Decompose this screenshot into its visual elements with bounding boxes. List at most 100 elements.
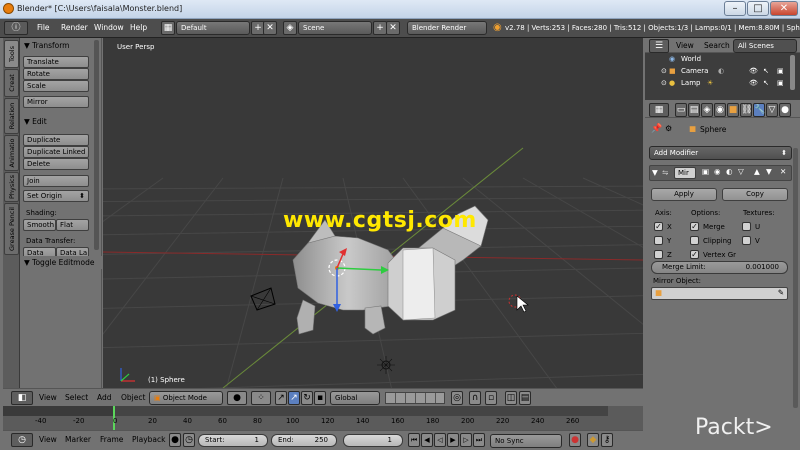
move-up-icon[interactable]: ▲: [754, 167, 760, 176]
pivot-point-icon[interactable]: ⁘: [251, 391, 271, 405]
rotate-manipulator-icon[interactable]: ↻: [301, 391, 313, 405]
merge-checkbox[interactable]: ✓: [690, 222, 699, 231]
manipulator-toggle-icon[interactable]: ↗: [275, 391, 287, 405]
outliner-menu-search[interactable]: Search: [704, 41, 730, 50]
menu-view[interactable]: View: [39, 393, 57, 402]
outliner-item-camera[interactable]: ⊙ ■ Camera ◐ 👁 ↖ ▣: [645, 67, 800, 79]
copy-button[interactable]: Copy: [722, 188, 788, 201]
render-engine-dropdown[interactable]: Blender Render: [407, 21, 487, 35]
tab-relations[interactable]: Relation: [4, 98, 19, 134]
play-reverse-icon[interactable]: ◁: [434, 433, 446, 447]
edit-panel-header[interactable]: ▼ Edit: [20, 115, 102, 128]
properties-scrollbar[interactable]: [793, 148, 798, 408]
collapse-arrow-icon[interactable]: ▼: [652, 168, 658, 177]
jump-start-icon[interactable]: ⏮: [408, 433, 420, 447]
outliner-menu-view[interactable]: View: [676, 41, 694, 50]
next-keyframe-icon[interactable]: ▷: [460, 433, 472, 447]
menu-frame[interactable]: Frame: [100, 435, 123, 444]
layer-buttons[interactable]: [385, 392, 445, 404]
vertex-groups-checkbox[interactable]: ✓: [690, 250, 699, 259]
axis-z-checkbox[interactable]: [654, 250, 663, 259]
world-tab-icon[interactable]: ◉: [714, 103, 726, 117]
remove-modifier-icon[interactable]: ✕: [780, 167, 786, 176]
render-layers-tab-icon[interactable]: ▤: [688, 103, 700, 117]
constraints-tab-icon[interactable]: ⛓: [740, 103, 752, 117]
mode-dropdown[interactable]: ▣ Object Mode: [149, 391, 223, 405]
maximize-button[interactable]: □: [747, 1, 769, 16]
delete-button[interactable]: Delete: [23, 158, 89, 170]
scale-button[interactable]: Scale: [23, 80, 89, 92]
timeline-ruler[interactable]: -40 -20 0 20 40 60 80 100 120 140 160 18…: [3, 406, 643, 431]
clipping-checkbox[interactable]: [690, 236, 699, 245]
screen-layout-icon[interactable]: ▦: [161, 21, 175, 35]
remove-layout-icon[interactable]: ✕: [263, 21, 277, 35]
cage-toggle-icon[interactable]: ▽: [738, 167, 744, 176]
material-tab-icon[interactable]: ●: [779, 103, 791, 117]
menu-marker[interactable]: Marker: [65, 435, 91, 444]
timeline-editor-type-icon[interactable]: ◷: [11, 433, 33, 447]
snap-magnet-icon[interactable]: ∩: [469, 391, 481, 405]
editmode-display-icon[interactable]: ▣: [702, 167, 709, 176]
rotate-button[interactable]: Rotate: [23, 68, 89, 80]
auto-keying-icon[interactable]: ●: [569, 433, 581, 447]
scale-manipulator-icon[interactable]: ▪: [314, 391, 326, 405]
tab-grease-pencil[interactable]: Grease Pencil: [4, 203, 19, 255]
render-toggle-icon[interactable]: ◉: [714, 167, 721, 176]
outliner-scrollbar[interactable]: [790, 55, 795, 90]
scene-tab-icon[interactable]: ◈: [701, 103, 713, 117]
keying-set-icon[interactable]: ◆: [587, 433, 599, 447]
proportional-edit-icon[interactable]: ◎: [451, 391, 463, 405]
outliner-item-world[interactable]: ◉ World: [645, 55, 800, 67]
add-modifier-dropdown[interactable]: Add Modifier ⬍: [649, 146, 792, 160]
layout-dropdown[interactable]: Default: [176, 21, 250, 35]
mirror-object-field[interactable]: ■ ✎: [651, 287, 788, 300]
axis-y-checkbox[interactable]: [654, 236, 663, 245]
modifiers-tab-icon[interactable]: 🔧: [753, 103, 765, 117]
translate-manipulator-icon[interactable]: ↗: [288, 391, 300, 405]
outliner-filter-dropdown[interactable]: All Scenes: [733, 39, 797, 53]
tab-physics[interactable]: Physics: [4, 172, 19, 202]
smooth-button[interactable]: Smooth: [23, 219, 56, 231]
duplicate-linked-button[interactable]: Duplicate Linked: [23, 146, 89, 158]
outliner-item-lamp[interactable]: ⊙ ● Lamp ☀ 👁 ↖ ▣: [645, 79, 800, 91]
menu-playback[interactable]: Playback: [132, 435, 165, 444]
scene-icon[interactable]: ◈: [283, 21, 297, 35]
join-button[interactable]: Join: [23, 175, 89, 187]
menu-file[interactable]: File: [37, 23, 50, 32]
snap-element-icon[interactable]: ▫: [485, 391, 497, 405]
outliner-editor-type-icon[interactable]: ☰: [649, 39, 669, 53]
opengl-anim-icon[interactable]: ▤: [519, 391, 531, 405]
menu-timeline-view[interactable]: View: [39, 435, 57, 444]
data-tab-icon[interactable]: ▽: [766, 103, 778, 117]
start-frame-field[interactable]: Start: 1: [198, 434, 268, 447]
properties-editor-type-icon[interactable]: ▦: [649, 103, 669, 117]
menu-window[interactable]: Window: [94, 23, 124, 32]
translate-button[interactable]: Translate: [23, 56, 89, 68]
tab-tools[interactable]: Tools: [4, 40, 19, 68]
close-button[interactable]: ✕: [770, 1, 798, 16]
insert-keyframe-icon[interactable]: ⚷: [601, 433, 613, 447]
set-origin-dropdown[interactable]: Set Origin ⬍: [23, 190, 89, 202]
editor-type-icon[interactable]: ⓘ: [4, 21, 28, 35]
toggle-editmode-header[interactable]: ▼ Toggle Editmode: [20, 256, 102, 269]
remove-scene-icon[interactable]: ✕: [386, 21, 400, 35]
duplicate-button[interactable]: Duplicate: [23, 134, 89, 146]
tool-shelf-scrollbar[interactable]: [94, 40, 99, 250]
texture-u-checkbox[interactable]: [742, 222, 751, 231]
tab-animation[interactable]: Animatio: [4, 135, 19, 171]
pin-icon[interactable]: 📌: [651, 124, 662, 134]
prev-keyframe-icon[interactable]: ◀: [421, 433, 433, 447]
sync-dropdown[interactable]: No Sync: [490, 434, 562, 448]
current-frame-field[interactable]: 1: [343, 434, 403, 447]
play-icon[interactable]: ▶: [447, 433, 459, 447]
view3d-editor-type-icon[interactable]: ◧: [11, 391, 33, 405]
menu-help[interactable]: Help: [130, 23, 147, 32]
add-scene-icon[interactable]: +: [373, 21, 387, 35]
merge-limit-field[interactable]: Merge Limit: 0.001000: [651, 261, 788, 274]
transform-panel-header[interactable]: ▼ Transform: [20, 39, 102, 52]
axis-x-checkbox[interactable]: ✓: [654, 222, 663, 231]
move-down-icon[interactable]: ▼: [766, 167, 772, 176]
menu-render[interactable]: Render: [61, 23, 88, 32]
menu-add[interactable]: Add: [97, 393, 112, 402]
opengl-render-icon[interactable]: ◫: [505, 391, 517, 405]
